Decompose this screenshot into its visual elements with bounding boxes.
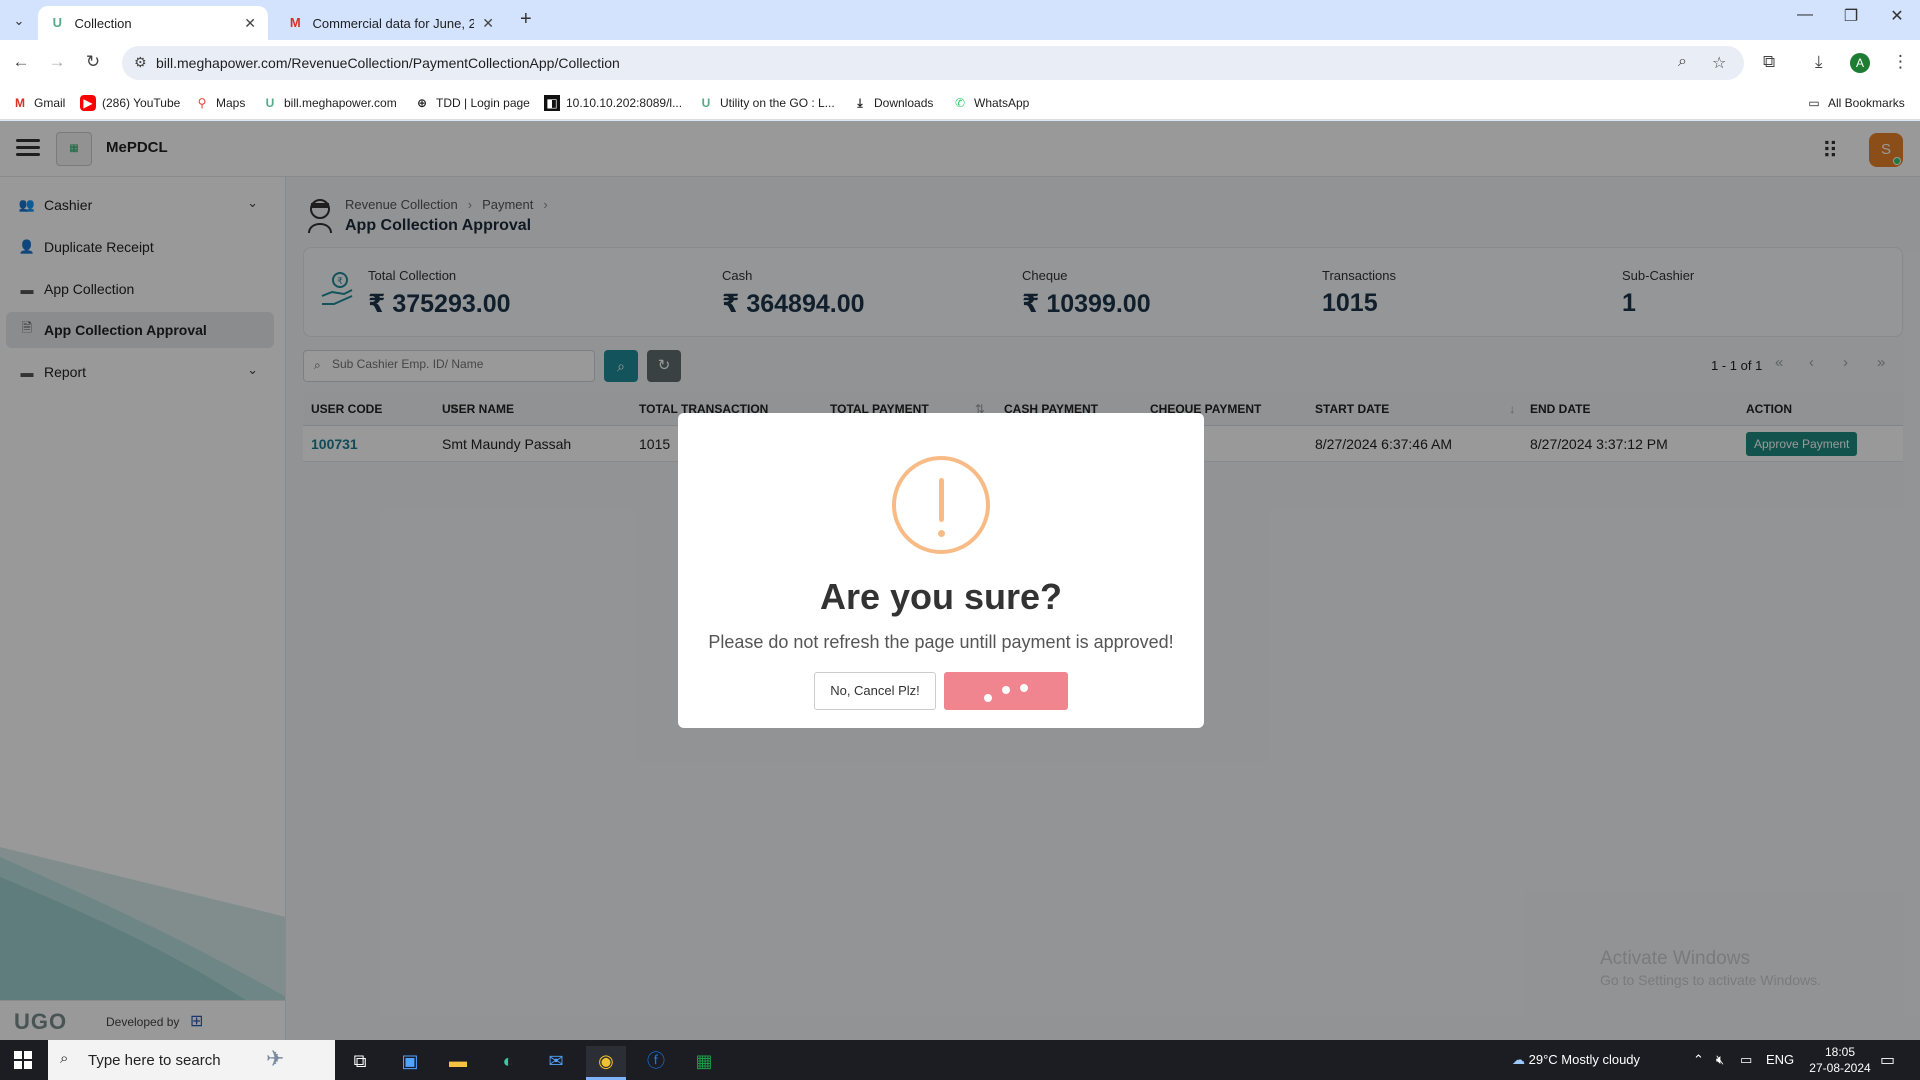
mail-icon[interactable]: ✉ xyxy=(536,1046,576,1080)
bookmark-label: Utility on the GO : L... xyxy=(720,96,835,110)
browser-toolbar: ← → ↻ ⚙ bill.meghapower.com/RevenueColle… xyxy=(0,40,1920,86)
site-icon: ◧ xyxy=(544,95,560,111)
weather-widget[interactable]: ☁ 29°C Mostly cloudy xyxy=(1512,1040,1640,1080)
search-placeholder: Type here to search xyxy=(88,1052,221,1069)
ugo-icon: U xyxy=(701,96,711,110)
loading-dot xyxy=(984,694,992,702)
tray-chevron-icon[interactable]: ⌃ xyxy=(1693,1040,1704,1080)
edge-icon[interactable]: ◐ xyxy=(488,1046,528,1080)
gmail-icon: M xyxy=(15,96,25,110)
task-view-icon[interactable]: ⧉ xyxy=(340,1046,380,1080)
close-window-icon[interactable]: ✕ xyxy=(1874,6,1920,26)
bookmark-whatsapp[interactable]: ✆ WhatsApp xyxy=(952,95,1029,111)
ugo-icon: U xyxy=(265,96,275,110)
bookmark-label: All Bookmarks xyxy=(1828,96,1905,110)
search-icon: ⌕ xyxy=(60,1050,69,1067)
profile-avatar[interactable]: A xyxy=(1850,53,1870,73)
taskbar-search[interactable]: ⌕ Type here to search ✈ xyxy=(48,1040,335,1080)
language-indicator[interactable]: ENG xyxy=(1766,1040,1794,1080)
restore-icon[interactable]: ❐ xyxy=(1828,6,1874,26)
minimize-icon[interactable]: — xyxy=(1782,6,1828,24)
clock[interactable]: 18:05 27-08-2024 xyxy=(1805,1044,1875,1076)
bookmark-label: TDD | Login page xyxy=(436,96,530,110)
bookmark-label: bill.meghapower.com xyxy=(284,96,397,110)
bookmark-label: WhatsApp xyxy=(974,96,1030,110)
bookmark-meghapower[interactable]: Ubill.meghapower.com xyxy=(262,95,397,111)
address-bar[interactable]: ⚙ bill.meghapower.com/RevenueCollection/… xyxy=(122,46,1744,80)
bookmark-ip[interactable]: ◧ 10.10.10.202:8089/l... xyxy=(544,95,682,111)
bookmark-tdd[interactable]: ⊕ TDD | Login page xyxy=(414,95,530,111)
new-tab-icon[interactable]: + xyxy=(520,8,532,31)
download-icon: ⤓ xyxy=(857,96,863,110)
tab-title: Collection xyxy=(74,15,132,31)
whatsapp-icon: ✆ xyxy=(954,96,966,110)
forward-icon[interactable]: → xyxy=(46,52,68,72)
notification-icon[interactable]: ▭ xyxy=(1880,1050,1895,1070)
bookmark-label: (286) YouTube xyxy=(102,96,181,110)
clock-time: 18:05 xyxy=(1824,1045,1856,1059)
reload-icon[interactable]: ↻ xyxy=(82,52,104,72)
volume-muted-icon[interactable]: 🔇︎ xyxy=(1716,1040,1724,1080)
browser-tabstrip: ⌄ U Collection ✕ M Commercial data for J… xyxy=(0,0,1920,40)
url-text[interactable]: bill.meghapower.com/RevenueCollection/Pa… xyxy=(156,55,620,71)
search-highlight-icon: ✈ xyxy=(266,1046,285,1071)
loading-dot xyxy=(1020,684,1028,692)
facebook-icon[interactable]: ⓕ xyxy=(636,1046,676,1080)
download-icon[interactable]: ⤓ xyxy=(1815,52,1823,72)
cloud-icon: ☁ xyxy=(1512,1052,1525,1067)
globe-icon: ⊕ xyxy=(416,96,428,110)
maps-pin-icon: ⚲ xyxy=(197,96,207,110)
excel-icon[interactable]: ▦ xyxy=(684,1046,724,1080)
bookmark-utility[interactable]: U Utility on the GO : L... xyxy=(698,95,835,111)
bookmark-maps[interactable]: ⚲ Maps xyxy=(194,95,246,111)
confirm-dialog: Are you sure? Please do not refresh the … xyxy=(678,413,1204,728)
extensions-icon[interactable]: ⧉ xyxy=(1763,52,1775,72)
dialog-message: Please do not refresh the page untill pa… xyxy=(708,632,1174,652)
windows-taskbar: ⌕ Type here to search ✈ ⧉ ▣ ▬ ◐ ✉ ◉ ⓕ ▦ … xyxy=(0,1040,1920,1080)
dialog-title: Are you sure? xyxy=(819,576,1063,617)
bookmark-label: Maps xyxy=(216,96,246,110)
close-icon[interactable]: ✕ xyxy=(482,15,494,32)
zoom-icon[interactable]: ⌕ xyxy=(1678,53,1687,71)
weather-text: 29°C Mostly cloudy xyxy=(1528,1052,1641,1067)
file-explorer-icon[interactable]: ▬ xyxy=(438,1046,478,1080)
bookmark-label: Gmail xyxy=(34,96,66,110)
tab-commercial-data[interactable]: M Commercial data for June, 2024 ✕ xyxy=(276,6,506,40)
tab-search-icon[interactable]: ⌄ xyxy=(8,10,30,32)
cancel-button[interactable]: No, Cancel Plz! xyxy=(814,672,936,710)
bookmark-downloads[interactable]: ⤓ Downloads xyxy=(852,95,933,111)
back-icon[interactable]: ← xyxy=(10,52,32,72)
site-info-icon[interactable]: ⚙ xyxy=(134,54,147,71)
confirm-button-loading[interactable] xyxy=(944,672,1068,710)
bookmark-gmail[interactable]: M Gmail xyxy=(12,95,65,111)
bookmark-label: Downloads xyxy=(874,96,934,110)
windows-start-icon[interactable] xyxy=(14,1051,32,1069)
bookmark-youtube[interactable]: ▶ (286) YouTube xyxy=(80,95,180,111)
bookmarks-bar: M Gmail ▶ (286) YouTube ⚲ Maps Ubill.meghap… xyxy=(0,86,1920,120)
ugo-favicon-icon: U xyxy=(52,15,62,30)
warning-icon xyxy=(892,456,990,554)
gmail-favicon-icon: M xyxy=(289,15,301,30)
tab-title: Commercial data for June, 2024 xyxy=(312,15,475,31)
folder-icon: ▭ xyxy=(1808,96,1820,110)
chrome-icon[interactable]: ◉ xyxy=(586,1046,626,1080)
all-bookmarks[interactable]: ▭ All Bookmarks xyxy=(1806,95,1905,111)
tab-collection[interactable]: U Collection ✕ xyxy=(38,6,268,40)
bookmark-label: 10.10.10.202:8089/l... xyxy=(566,96,683,110)
close-icon[interactable]: ✕ xyxy=(244,15,256,32)
menu-icon[interactable]: ⋮ xyxy=(1892,52,1909,72)
network-icon[interactable]: ▭ xyxy=(1740,1040,1752,1080)
store-icon[interactable]: ▣ xyxy=(390,1046,430,1080)
clock-date: 27-08-2024 xyxy=(1809,1061,1871,1075)
bookmark-star-icon[interactable]: ☆ xyxy=(1712,53,1726,73)
loading-dot xyxy=(1002,686,1010,694)
youtube-icon: ▶ xyxy=(80,95,96,111)
